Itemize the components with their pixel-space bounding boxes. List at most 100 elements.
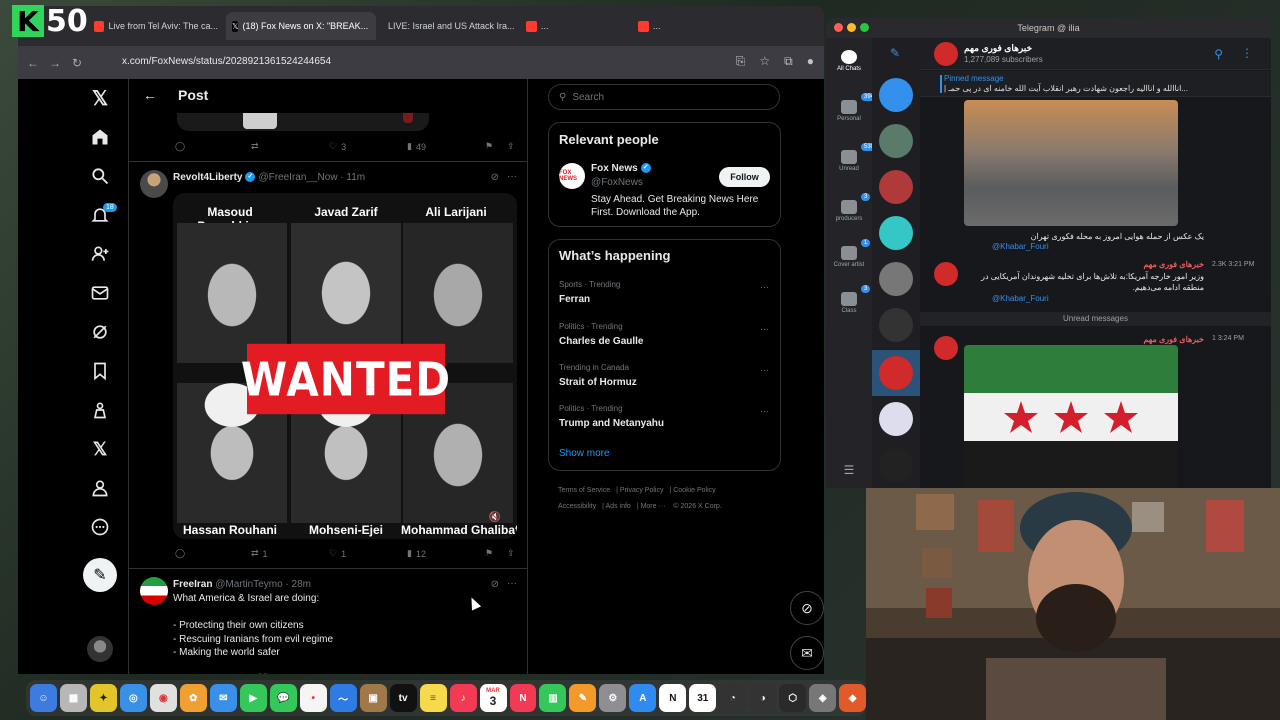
folder-unread[interactable]: 530 Unread	[826, 143, 878, 172]
forward-icon[interactable]: →	[44, 56, 66, 70]
tab-3[interactable]: LIVE: Israel and US Attack Ira...	[378, 12, 518, 40]
settings-icon[interactable]: ☰	[826, 463, 872, 477]
views-button[interactable]: ▮ 12	[407, 548, 426, 559]
chat-avatar[interactable]	[879, 124, 913, 158]
zoom-window-button[interactable]	[860, 23, 869, 32]
message-link[interactable]: @Khabar_Fouri	[992, 294, 1049, 303]
tab-5[interactable]: ...	[632, 12, 742, 40]
folder-class[interactable]: 3 Class	[826, 285, 872, 314]
bookmark-star-icon[interactable]: ☆	[759, 54, 770, 69]
folder-cover-artist[interactable]: 1 Cover artist	[826, 239, 872, 268]
like-button[interactable]: ♡ 3	[329, 141, 346, 152]
more-options-icon[interactable]: ⋮	[1241, 46, 1253, 60]
preview-icon[interactable]: ◈	[809, 684, 837, 712]
compose-icon[interactable]: ✎	[890, 46, 900, 60]
folder-all-chats[interactable]: All Chats	[826, 50, 872, 72]
chat-avatar[interactable]	[879, 402, 913, 436]
app-icon[interactable]: ▣	[359, 684, 387, 712]
folder-personal[interactable]: 394 Personal	[826, 93, 878, 122]
chat-avatar[interactable]	[879, 170, 913, 204]
syria-flag-photo[interactable]	[964, 345, 1178, 488]
close-window-button[interactable]	[834, 23, 843, 32]
bookmark-icon[interactable]: ⚑	[485, 548, 493, 559]
retweet-icon[interactable]: ⇄	[251, 141, 259, 152]
more-options-icon[interactable]: ···	[760, 282, 769, 292]
x-home-logo-icon[interactable]: 𝕏	[82, 83, 118, 113]
chat-avatar[interactable]	[879, 262, 913, 296]
profile-icon[interactable]	[82, 473, 118, 503]
notifications-icon[interactable]: 18	[82, 200, 118, 230]
chat-avatar[interactable]	[879, 356, 913, 390]
channel-avatar[interactable]	[934, 262, 958, 286]
mute-icon[interactable]: 🔇	[489, 512, 501, 523]
avatar[interactable]	[140, 170, 168, 198]
app-store-icon[interactable]: A	[629, 684, 657, 712]
channel-avatar[interactable]	[934, 42, 958, 66]
account-name[interactable]: Fox News ✓	[591, 163, 654, 174]
bookmarks-icon[interactable]	[82, 356, 118, 386]
footer-link[interactable]: Cookie Policy	[673, 487, 715, 494]
chat-avatar[interactable]	[879, 448, 913, 482]
retweet-button[interactable]: ⇄ 1	[251, 548, 268, 559]
more-options-icon[interactable]: ···	[760, 324, 769, 334]
notes-icon[interactable]: ≡	[419, 684, 447, 712]
grok-icon[interactable]	[82, 317, 118, 347]
wanted-poster-image[interactable]: Masoud Pezeshkian Javad Zarif Ali Larija…	[173, 193, 517, 539]
compose-post-button[interactable]: ✎	[83, 558, 117, 592]
tweet-author[interactable]: Revolt4Liberty ✓ @FreeIran__Now · 11m	[173, 172, 365, 183]
trend-item[interactable]: Politics · Trending Trump and Netanyahu ··…	[559, 404, 769, 429]
show-more-link[interactable]: Show more	[559, 448, 610, 459]
channel-name[interactable]: خبرهای فوری مهم	[964, 43, 1032, 54]
more-options-icon[interactable]: ···	[760, 365, 769, 375]
premium-icon[interactable]: 𝕏	[82, 434, 118, 464]
profile-icon[interactable]: ●	[807, 54, 814, 69]
messages-float-button[interactable]: ✉	[790, 636, 824, 670]
tab-4[interactable]: ...	[520, 12, 630, 40]
follow-icon[interactable]	[82, 239, 118, 269]
system-settings-icon[interactable]: ⚙	[599, 684, 627, 712]
trend-item[interactable]: Politics · Trending Charles de Gaulle ···	[559, 322, 769, 347]
url-field[interactable]: x.com/FoxNews/status/2028921361524244654	[122, 56, 331, 67]
footer-link[interactable]: Ads info	[606, 503, 631, 510]
message-link[interactable]: @Khabar_Fouri	[992, 242, 1049, 251]
pinned-message[interactable]: Pinned message | اناالله و اناالیه راجعو…	[920, 71, 1271, 97]
footer-link[interactable]: Terms of Service	[558, 487, 610, 494]
trend-item[interactable]: Trending in Canada Strait of Hormuz ···	[559, 363, 769, 388]
apple-tv-icon[interactable]: tv	[389, 684, 417, 712]
back-arrow-icon[interactable]: ←	[143, 87, 157, 103]
more-options-icon[interactable]: ···	[507, 578, 517, 589]
news-icon[interactable]: N	[509, 684, 537, 712]
reply-icon[interactable]: ◯	[175, 141, 185, 152]
views-button[interactable]: ▮ 49	[407, 141, 426, 152]
previous-post-image[interactable]	[177, 113, 429, 131]
audio-app-icon[interactable]: ◑	[749, 684, 777, 712]
trend-item[interactable]: Sports · Trending Ferran ···	[559, 280, 769, 305]
home-icon[interactable]	[82, 122, 118, 152]
reminders-icon[interactable]: •	[299, 684, 327, 712]
photos-icon[interactable]: ✿	[179, 684, 207, 712]
jobs-icon[interactable]	[82, 395, 118, 425]
message-photo[interactable]	[964, 100, 1178, 226]
numbers-icon[interactable]: ▥	[539, 684, 567, 712]
calendar-app-icon[interactable]: 31	[689, 684, 717, 712]
tweet-author[interactable]: FreeIran @MartinTeymo · 28m	[173, 579, 311, 590]
finder-icon[interactable]: ☺	[30, 684, 57, 712]
more-options-icon[interactable]: ···	[507, 171, 517, 182]
grok-float-button[interactable]: ⊘	[790, 591, 824, 625]
chrome-icon[interactable]: ◉	[149, 684, 177, 712]
footer-link[interactable]: Privacy Policy	[620, 487, 664, 494]
folder-producers[interactable]: 3 producers	[826, 193, 872, 222]
back-icon[interactable]: ←	[22, 56, 44, 70]
reload-icon[interactable]: ↻	[66, 56, 88, 70]
fox-news-avatar[interactable]: FOX NEWS	[559, 163, 585, 189]
grok-icon[interactable]: ⊘	[491, 579, 499, 590]
app-icon[interactable]: ✦	[89, 684, 117, 712]
more-icon[interactable]	[82, 512, 118, 542]
facetime-icon[interactable]: ▶	[239, 684, 267, 712]
grok-icon[interactable]: ⊘	[491, 172, 499, 183]
launchpad-icon[interactable]: ▦	[59, 684, 87, 712]
install-icon[interactable]: ⎘	[736, 54, 746, 69]
share-icon[interactable]: ⇪	[507, 548, 515, 559]
mail-icon[interactable]: ✉	[209, 684, 237, 712]
app-icon[interactable]: ⬡	[779, 684, 807, 712]
